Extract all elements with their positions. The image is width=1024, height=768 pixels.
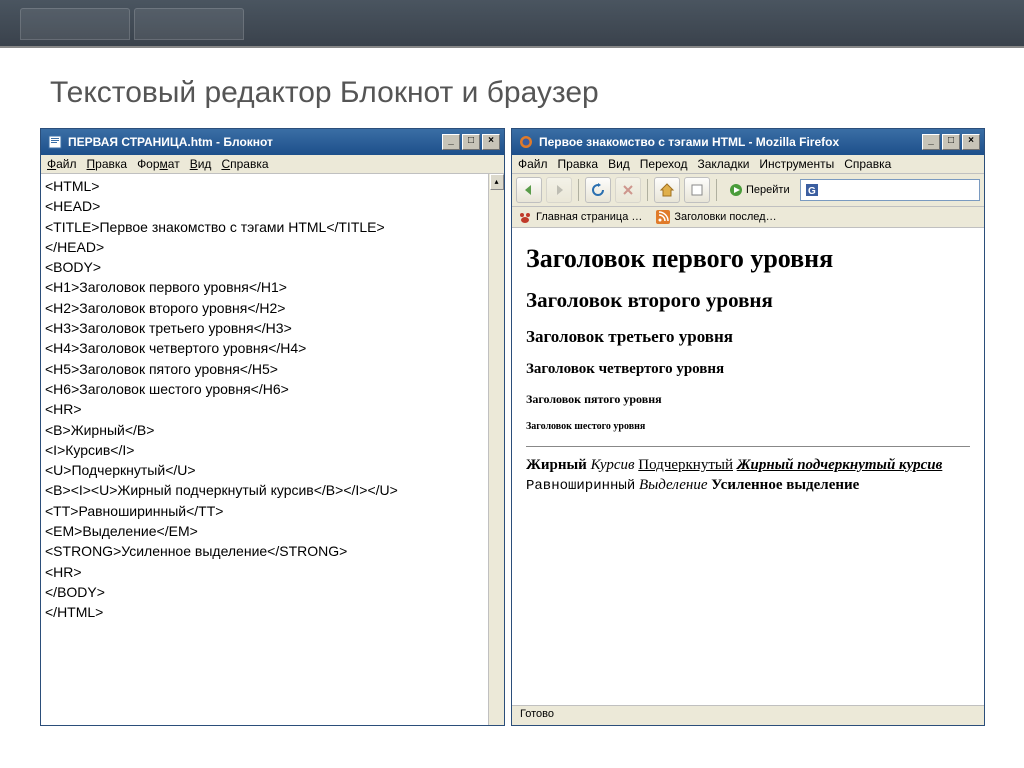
h5: Заголовок пятого уровня [526, 392, 970, 407]
inline-styles-paragraph: Жирный Курсив Подчеркнутый Жирный подчер… [526, 455, 970, 496]
search-input[interactable]: G [800, 179, 980, 201]
forward-button[interactable] [546, 177, 572, 203]
home-button[interactable] [654, 177, 680, 203]
browser-menubar: Файл Правка Вид Переход Закладки Инструм… [512, 155, 984, 174]
paw-icon [518, 210, 532, 224]
notepad-code[interactable]: <HTML> <HEAD> <TITLE>Первое знакомство с… [41, 174, 504, 625]
close-button[interactable]: × [962, 134, 980, 150]
h4: Заголовок четвертого уровня [526, 361, 970, 378]
close-button[interactable]: × [482, 134, 500, 150]
maximize-button[interactable]: □ [942, 134, 960, 150]
notepad-window: ПЕРВАЯ СТРАНИЦА.htm - Блокнот _ □ × Файл… [40, 128, 505, 726]
svg-text:G: G [808, 186, 816, 197]
new-tab-button[interactable] [684, 177, 710, 203]
stop-button[interactable] [615, 177, 641, 203]
notepad-titlebar[interactable]: ПЕРВАЯ СТРАНИЦА.htm - Блокнот _ □ × [41, 129, 504, 155]
browser-window: Первое знакомство с тэгами HTML - Mozill… [511, 128, 985, 726]
decor-box [20, 8, 130, 40]
bookmark-home[interactable]: Главная страница … [518, 210, 642, 224]
menu-tools[interactable]: Инструменты [759, 157, 834, 171]
menu-edit[interactable]: Правка [558, 157, 599, 171]
menu-bookmarks[interactable]: Закладки [697, 157, 749, 171]
browser-titlebar[interactable]: Первое знакомство с тэгами HTML - Mozill… [512, 129, 984, 155]
menu-view[interactable]: Вид [190, 157, 212, 171]
slide-header-decor [0, 0, 1024, 48]
bold-italic-underline-text: Жирный подчеркнутый курсив [737, 457, 943, 473]
browser-toolbar: Перейти G [512, 174, 984, 207]
h3: Заголовок третьего уровня [526, 327, 970, 347]
menu-file[interactable]: Файл [518, 157, 548, 171]
decor-box [134, 8, 244, 40]
menu-help[interactable]: Справка [221, 157, 268, 171]
rss-icon [656, 210, 670, 224]
menu-go[interactable]: Переход [640, 157, 688, 171]
scrollbar-vertical[interactable]: ▴ [488, 174, 504, 725]
search-engine-icon: G [805, 183, 819, 197]
slide-title: Текстовый редактор Блокнот и браузер [0, 48, 1024, 128]
bold-text: Жирный [526, 457, 587, 473]
bookmarks-bar: Главная страница … Заголовки послед… [512, 207, 984, 228]
back-button[interactable] [516, 177, 542, 203]
notepad-menubar: Файл Правка Формат Вид Справка [41, 155, 504, 174]
menu-view[interactable]: Вид [608, 157, 630, 171]
scroll-up-button[interactable]: ▴ [490, 174, 504, 190]
firefox-icon [518, 134, 534, 150]
strong-text: Усиленное выделение [711, 477, 859, 493]
notepad-content[interactable]: <HTML> <HEAD> <TITLE>Первое знакомство с… [41, 174, 504, 725]
minimize-button[interactable]: _ [442, 134, 460, 150]
menu-file[interactable]: Файл [47, 157, 77, 171]
status-text: Готово [520, 708, 554, 720]
menu-help[interactable]: Справка [844, 157, 891, 171]
hr [526, 446, 970, 447]
go-button[interactable]: Перейти [723, 181, 796, 199]
minimize-button[interactable]: _ [922, 134, 940, 150]
notepad-title-text: ПЕРВАЯ СТРАНИЦА.htm - Блокнот [68, 135, 442, 149]
maximize-button[interactable]: □ [462, 134, 480, 150]
underline-text: Подчеркнутый [638, 457, 733, 473]
h2: Заголовок второго уровня [526, 288, 970, 313]
reload-button[interactable] [585, 177, 611, 203]
browser-title-text: Первое знакомство с тэгами HTML - Mozill… [539, 135, 922, 149]
bookmark-headlines[interactable]: Заголовки послед… [656, 210, 776, 224]
browser-content[interactable]: Заголовок первого уровня Заголовок второ… [512, 228, 984, 705]
h6: Заголовок шестого уровня [526, 421, 970, 432]
notepad-icon [47, 134, 63, 150]
browser-statusbar: Готово [512, 705, 984, 725]
h1: Заголовок первого уровня [526, 244, 970, 274]
go-label: Перейти [746, 184, 790, 196]
tt-text: Равноширинный [526, 478, 635, 494]
em-text: Выделение [639, 477, 708, 493]
italic-text: Курсив [591, 457, 635, 473]
menu-format[interactable]: Формат [137, 157, 180, 171]
menu-edit[interactable]: Правка [87, 157, 128, 171]
